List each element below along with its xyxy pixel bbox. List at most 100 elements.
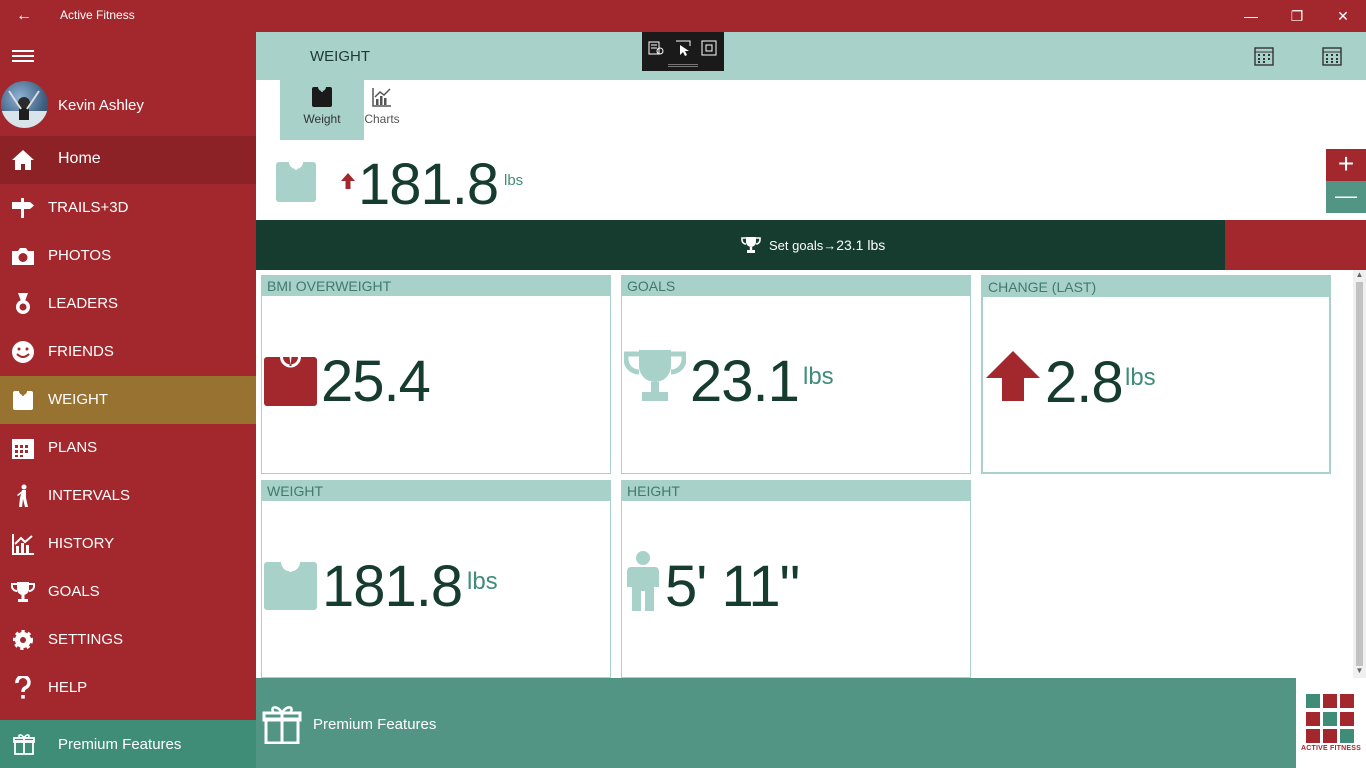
sidebar-premium-label: Premium Features bbox=[58, 736, 182, 753]
tile-value: 181.8 bbox=[322, 554, 463, 619]
goal-progress-remainder bbox=[1225, 220, 1366, 270]
sidebar-item-home[interactable]: Home bbox=[0, 136, 256, 184]
minimize-button[interactable]: — bbox=[1228, 0, 1274, 32]
smiley-icon bbox=[12, 341, 34, 363]
sidebar-item-history[interactable]: HISTORY bbox=[0, 520, 256, 568]
calendar-month-icon[interactable] bbox=[1322, 46, 1342, 66]
sidebar-item-goals[interactable]: GOALS bbox=[0, 568, 256, 616]
question-icon bbox=[15, 676, 31, 699]
sidebar-item-label: HISTORY bbox=[48, 535, 115, 552]
tile-goals[interactable]: GOALS 23.1 lbs bbox=[621, 275, 971, 474]
toolbar-grip[interactable] bbox=[668, 64, 698, 67]
sidebar-item-label: SETTINGS bbox=[48, 631, 124, 648]
home-icon bbox=[12, 150, 34, 170]
trophy-icon bbox=[624, 350, 686, 401]
sidebar-item-friends[interactable]: FRIENDS bbox=[0, 328, 256, 376]
sidebar-item-plans[interactable]: PLANS bbox=[0, 424, 256, 472]
camera-icon bbox=[12, 248, 34, 265]
calendar-icon bbox=[12, 439, 34, 459]
sidebar-item-help[interactable]: HELP bbox=[0, 664, 256, 712]
back-button[interactable]: ← bbox=[12, 6, 36, 26]
tile-value: 25.4 bbox=[321, 349, 431, 414]
page-title: WEIGHT bbox=[310, 48, 370, 65]
close-button[interactable]: ✕ bbox=[1320, 0, 1366, 32]
add-weight-button[interactable]: + bbox=[1326, 149, 1366, 181]
app-title: Active Fitness bbox=[60, 8, 135, 22]
premium-features-label: Premium Features bbox=[313, 716, 437, 733]
sidebar-item-label: Home bbox=[58, 150, 101, 167]
tile-unit: lbs bbox=[803, 363, 834, 390]
logo-grid bbox=[1306, 694, 1356, 744]
scale-icon bbox=[312, 87, 332, 107]
logo-text: ACTIVE FITNESS bbox=[1301, 745, 1361, 752]
avatar bbox=[1, 81, 48, 128]
tile-title: WEIGHT bbox=[262, 481, 610, 501]
user-name: Kevin Ashley bbox=[58, 97, 144, 114]
sidebar-item-label: TRAILS+3D bbox=[48, 199, 129, 216]
sidebar-item-photos[interactable]: PHOTOS bbox=[0, 232, 256, 280]
tile-title: GOALS bbox=[622, 276, 970, 296]
trophy-icon bbox=[741, 237, 761, 253]
tab-label: Charts bbox=[364, 112, 400, 126]
trend-up-icon bbox=[341, 173, 355, 189]
tile-title: HEIGHT bbox=[622, 481, 970, 501]
calendar-week-icon[interactable] bbox=[1254, 46, 1274, 66]
sidebar-item-label: LEADERS bbox=[48, 295, 119, 312]
nav-list: Home TRAILS+3D PHOTOS LEADERS FRIENDS WE… bbox=[0, 136, 256, 712]
tile-unit: lbs bbox=[1125, 364, 1156, 391]
sidebar-item-label: HELP bbox=[48, 679, 88, 696]
sidebar-premium-features[interactable]: Premium Features bbox=[0, 720, 256, 768]
scrollbar[interactable]: ▲ ▼ bbox=[1353, 270, 1366, 678]
scrollbar-thumb[interactable] bbox=[1356, 282, 1363, 666]
set-goals-bar[interactable]: Set goals→23.1 lbs bbox=[256, 220, 1225, 270]
current-weight-row: 181.8 lbs + — bbox=[256, 140, 1366, 220]
sidebar-item-intervals[interactable]: INTERVALS bbox=[0, 472, 256, 520]
set-goals-text: Set goals→23.1 lbs bbox=[769, 237, 885, 253]
set-goals-arrow: → bbox=[823, 238, 837, 253]
set-goals-value: 23.1 lbs bbox=[836, 237, 886, 253]
restore-button[interactable]: ❐ bbox=[1274, 0, 1320, 32]
trend-up-icon bbox=[986, 351, 1040, 401]
tile-weight[interactable]: WEIGHT 181.8 lbs bbox=[261, 480, 611, 678]
tile-change[interactable]: CHANGE (LAST) 2.8 lbs bbox=[981, 275, 1331, 474]
scale-icon bbox=[13, 391, 33, 410]
tile-value: 2.8 bbox=[1045, 350, 1124, 415]
tile-value: 23.1 bbox=[690, 349, 800, 414]
set-goals-label: Set goals bbox=[769, 238, 824, 253]
fullscreen-tool-icon[interactable] bbox=[701, 40, 717, 56]
trophy-icon bbox=[11, 582, 35, 602]
sidebar-item-weight[interactable]: WEIGHT bbox=[0, 376, 256, 424]
tab-bar: Weight Charts bbox=[256, 80, 1366, 140]
select-tool-icon[interactable] bbox=[648, 40, 664, 56]
current-weight-value: 181.8 bbox=[358, 152, 499, 217]
scroll-down-button[interactable]: ▼ bbox=[1353, 666, 1366, 676]
chart-icon bbox=[12, 534, 34, 555]
sidebar-item-label: FRIENDS bbox=[48, 343, 114, 360]
tile-unit: lbs bbox=[467, 568, 498, 595]
remove-weight-button[interactable]: — bbox=[1326, 181, 1366, 213]
gear-icon bbox=[13, 630, 33, 650]
sidebar-item-trails[interactable]: TRAILS+3D bbox=[0, 184, 256, 232]
active-fitness-logo: ACTIVE FITNESS bbox=[1296, 678, 1366, 768]
sidebar-item-settings[interactable]: SETTINGS bbox=[0, 616, 256, 664]
tile-height[interactable]: HEIGHT 5' 11" bbox=[621, 480, 971, 678]
tile-bmi[interactable]: BMI OVERWEIGHT 25.4 bbox=[261, 275, 611, 474]
sidebar-item-leaders[interactable]: LEADERS bbox=[0, 280, 256, 328]
sidebar-item-label: PLANS bbox=[48, 439, 98, 456]
sidebar: Kevin Ashley Home TRAILS+3D PHOTOS LEADE… bbox=[0, 32, 256, 768]
tab-charts[interactable]: Charts bbox=[340, 80, 424, 140]
gift-icon bbox=[13, 734, 35, 755]
hamburger-menu-icon[interactable] bbox=[12, 50, 34, 62]
title-bar: ← Active Fitness — ❐ ✕ bbox=[0, 0, 1366, 32]
scroll-up-button[interactable]: ▲ bbox=[1353, 270, 1366, 280]
pointer-tool-icon[interactable] bbox=[675, 40, 691, 56]
sidebar-item-label: INTERVALS bbox=[48, 487, 130, 504]
sidebar-item-label: PHOTOS bbox=[48, 247, 112, 264]
user-profile[interactable]: Kevin Ashley bbox=[0, 80, 256, 132]
signpost-icon bbox=[12, 198, 34, 218]
chart-icon bbox=[372, 88, 391, 107]
premium-features-banner[interactable]: Premium Features bbox=[256, 678, 1296, 768]
tile-value: 5' 11" bbox=[665, 554, 800, 619]
current-weight-unit: lbs bbox=[504, 172, 524, 189]
scale-icon bbox=[264, 357, 317, 406]
